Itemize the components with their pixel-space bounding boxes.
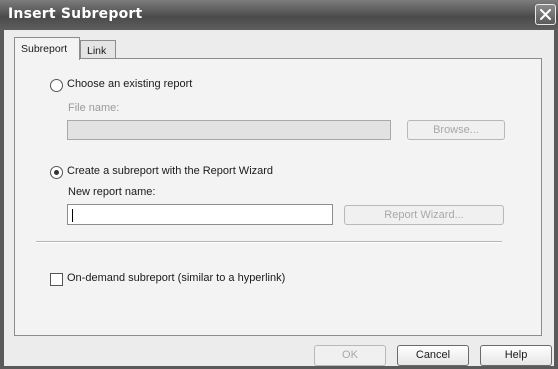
insert-subreport-dialog: Insert Subreport Subreport Link Choose a… <box>0 0 558 369</box>
help-button[interactable]: Help <box>480 345 552 366</box>
file-name-field[interactable] <box>67 120 391 140</box>
radio-selected-dot <box>54 170 59 175</box>
create-with-wizard-radio[interactable] <box>50 166 63 179</box>
close-icon <box>540 9 551 20</box>
cancel-button[interactable]: Cancel <box>397 345 469 366</box>
title-bar[interactable]: Insert Subreport <box>0 0 558 30</box>
ok-button[interactable]: OK <box>314 345 386 366</box>
subreport-tab-panel: Choose an existing report File name: Bro… <box>14 58 542 336</box>
window-border-left <box>0 30 4 369</box>
tab-link[interactable]: Link <box>80 40 116 59</box>
separator-line <box>36 241 502 243</box>
dialog-title: Insert Subreport <box>8 6 143 22</box>
file-name-label: File name: <box>68 102 120 114</box>
create-with-wizard-label[interactable]: Create a subreport with the Report Wizar… <box>67 165 273 177</box>
report-wizard-button[interactable]: Report Wizard... <box>344 205 504 225</box>
on-demand-subreport-checkbox[interactable] <box>50 273 63 286</box>
text-caret <box>72 209 73 222</box>
browse-button[interactable]: Browse... <box>407 120 505 140</box>
window-border-right <box>554 30 558 369</box>
new-report-name-input[interactable] <box>67 204 333 225</box>
tab-subreport[interactable]: Subreport <box>14 37 80 60</box>
close-button[interactable] <box>535 4 556 25</box>
on-demand-subreport-label[interactable]: On-demand subreport (similar to a hyperl… <box>67 272 285 284</box>
choose-existing-report-label[interactable]: Choose an existing report <box>67 78 192 90</box>
choose-existing-report-radio[interactable] <box>50 79 63 92</box>
new-report-name-label: New report name: <box>68 186 156 198</box>
